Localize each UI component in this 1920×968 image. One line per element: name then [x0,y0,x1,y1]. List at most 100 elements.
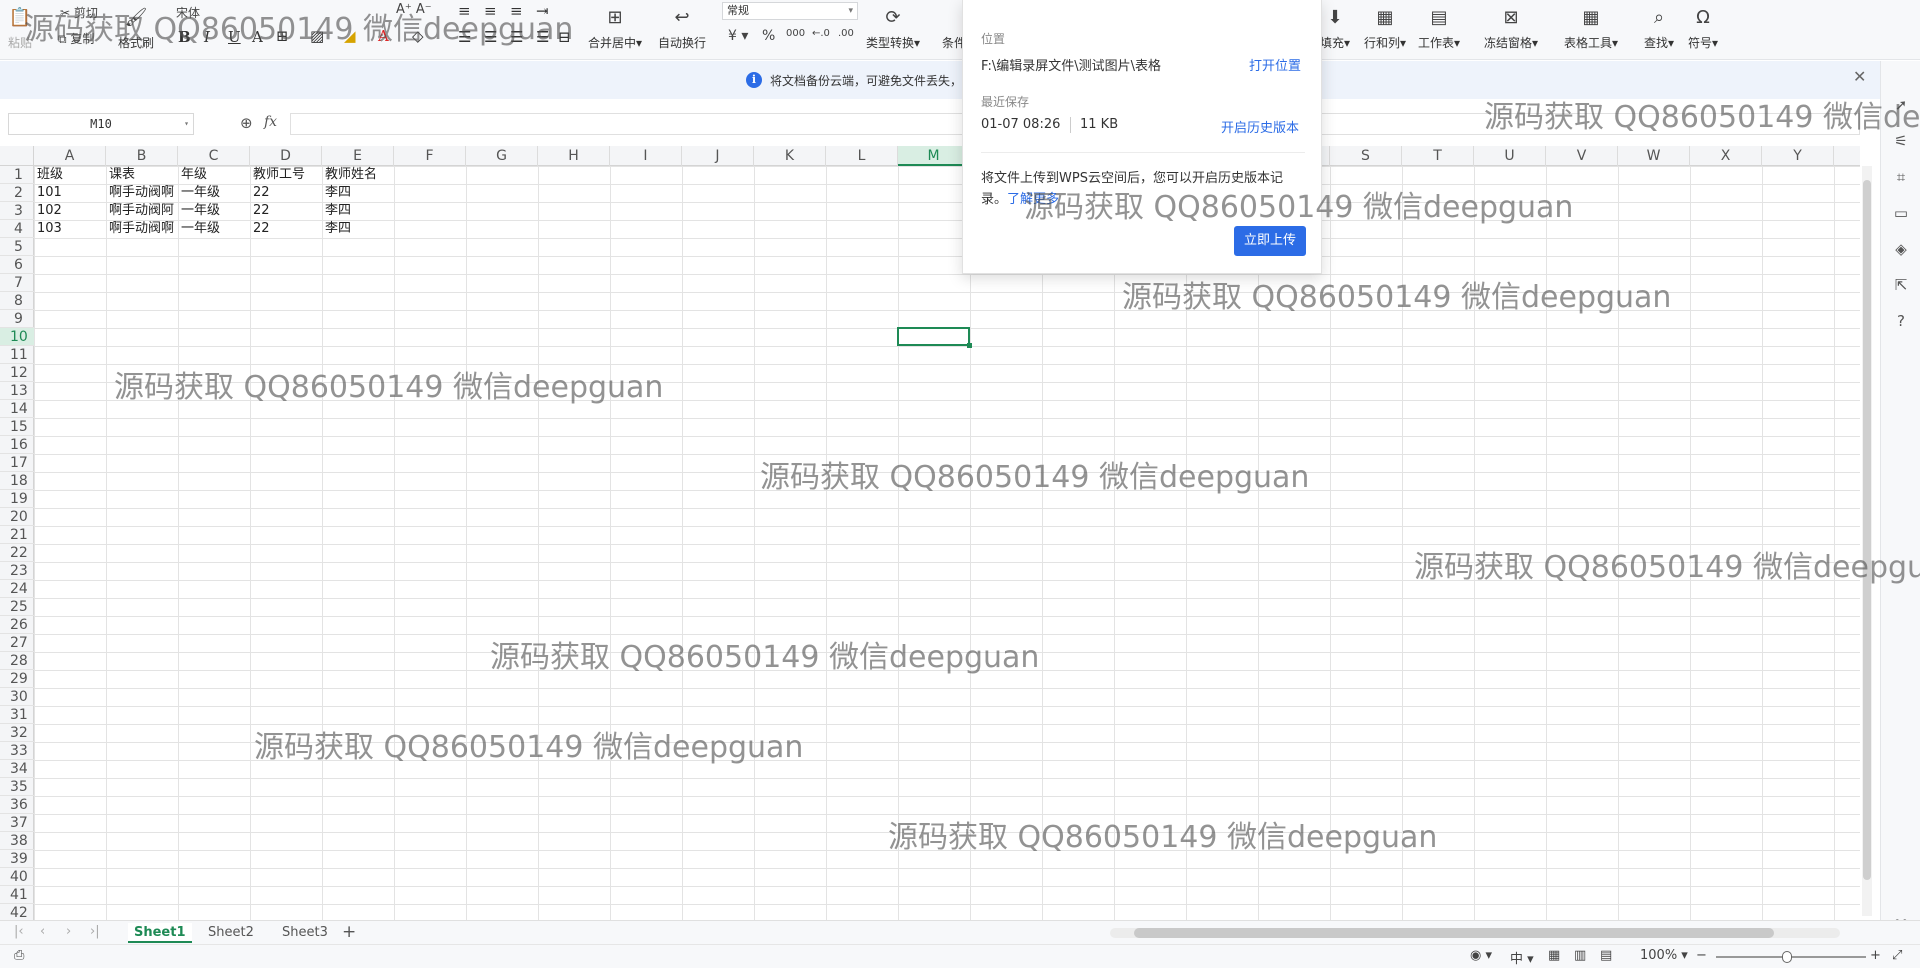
backup-icon[interactable]: ◈ [1891,239,1911,259]
row-header[interactable]: 26 [0,616,34,634]
table-cell[interactable]: 李四 [322,184,394,202]
font-color-icon[interactable]: A [378,27,389,45]
row-header[interactable]: 23 [0,562,34,580]
table-cell[interactable]: 班级 [34,166,106,184]
macro-icon[interactable]: ⎙ [14,948,24,963]
row-header[interactable]: 2 [0,184,34,202]
page-layout-icon[interactable]: ▥ [1574,948,1586,963]
row-header[interactable]: 24 [0,580,34,598]
column-header[interactable]: E [322,146,394,166]
row-header[interactable]: 4 [0,220,34,238]
align-middle-icon[interactable]: ≡ [484,2,497,20]
shapes-icon[interactable]: ⌗ [1891,167,1911,187]
table-cell[interactable]: 101 [34,184,106,202]
sheet-tab-1[interactable]: Sheet1 [128,923,192,943]
first-sheet-icon[interactable]: |‹ [14,924,24,939]
row-header[interactable]: 21 [0,526,34,544]
row-header[interactable]: 33 [0,742,34,760]
border-icon[interactable]: ⊞ [276,27,289,45]
wrap-text-button[interactable]: ↩ 自动换行 [658,2,706,51]
close-icon[interactable]: ✕ [1853,67,1866,86]
share-icon[interactable]: ⇱ [1891,275,1911,295]
upload-now-button[interactable]: 立即上传 [1234,226,1306,256]
freeze-panes-button[interactable]: ⊠ 冻结窗格▾ [1484,2,1538,51]
row-header[interactable]: 40 [0,868,34,886]
zoom-slider-knob[interactable] [1782,951,1792,963]
rows-cols-button[interactable]: ▦ 行和列▾ [1364,2,1406,51]
font-name-select[interactable]: 宋体 [176,4,200,21]
open-location-link[interactable]: 打开位置 [1249,55,1301,74]
page-break-icon[interactable]: ▤ [1600,948,1612,963]
column-header[interactable]: C [178,146,250,166]
horizontal-scrollbar[interactable] [1110,928,1840,938]
paste-button[interactable]: 📋 粘贴 [8,2,32,51]
number-format-select[interactable]: 常规 ▾ [722,2,858,20]
zoom-level[interactable]: 100% ▾ [1640,948,1688,963]
table-cell[interactable]: 年级 [178,166,250,184]
row-header[interactable]: 30 [0,688,34,706]
add-sheet-icon[interactable]: + [342,922,356,942]
eye-protect-icon[interactable]: ◉ ▾ [1470,948,1492,963]
row-header[interactable]: 11 [0,346,34,364]
row-header[interactable]: 41 [0,886,34,904]
table-cell[interactable]: 22 [250,202,322,220]
symbol-button[interactable]: Ω 符号▾ [1688,2,1718,51]
sheet-tab-2[interactable]: Sheet2 [202,923,260,943]
column-header[interactable]: D [250,146,322,166]
row-header[interactable]: 6 [0,256,34,274]
row-header[interactable]: 37 [0,814,34,832]
vertical-scrollbar[interactable] [1862,166,1872,916]
row-header[interactable]: 32 [0,724,34,742]
type-convert-button[interactable]: ⟳ 类型转换▾ [866,2,920,51]
sliders-icon[interactable]: ⚟ [1891,131,1911,151]
column-header[interactable]: L [826,146,898,166]
scrollbar-thumb[interactable] [1863,180,1871,880]
row-header[interactable]: 18 [0,472,34,490]
distribute-icon[interactable]: ⊟ [558,28,571,46]
row-header[interactable]: 25 [0,598,34,616]
prev-sheet-icon[interactable]: ‹ [40,924,45,939]
table-cell[interactable]: 一年级 [178,184,250,202]
column-header[interactable]: B [106,146,178,166]
row-header[interactable]: 5 [0,238,34,256]
table-cell[interactable]: 103 [34,220,106,238]
column-header[interactable]: U [1474,146,1546,166]
table-cell[interactable]: 课表 [106,166,178,184]
row-header[interactable]: 3 [0,202,34,220]
table-cell[interactable]: 102 [34,202,106,220]
row-header[interactable]: 7 [0,274,34,292]
copy-button[interactable]: ⧉ 复制 [58,30,94,47]
table-cell[interactable]: 李四 [322,220,394,238]
row-header[interactable]: 38 [0,832,34,850]
zoom-icon[interactable]: ⊕ [240,114,253,132]
row-header[interactable]: 39 [0,850,34,868]
format-painter-button[interactable]: 🖌 格式刷 [118,2,154,51]
column-header[interactable]: V [1546,146,1618,166]
row-header[interactable]: 1 [0,166,34,184]
align-top-icon[interactable]: ≡ [458,2,471,20]
column-header[interactable]: T [1402,146,1474,166]
column-header[interactable]: M [898,146,970,166]
align-center-icon[interactable]: ☰ [484,28,497,46]
zoom-out-icon[interactable]: − [1696,948,1707,963]
zoom-slider[interactable] [1716,951,1866,963]
row-header[interactable]: 31 [0,706,34,724]
row-header[interactable]: 12 [0,364,34,382]
table-cell[interactable]: 啊手动阀啊 [106,220,178,238]
row-header[interactable]: 34 [0,760,34,778]
increase-decimal-button[interactable]: ←.0 [812,28,830,39]
cursor-icon[interactable]: ➚ [1891,95,1911,115]
row-header[interactable]: 9 [0,310,34,328]
fill-color-icon[interactable]: ◢ [344,27,356,45]
name-box[interactable]: M10 ▾ [8,113,194,135]
column-header[interactable]: W [1618,146,1690,166]
fx-icon[interactable]: fx [264,114,277,130]
column-header[interactable]: X [1690,146,1762,166]
table-cell[interactable]: 一年级 [178,220,250,238]
italic-button[interactable]: I [204,28,210,46]
table-cell[interactable]: 22 [250,220,322,238]
row-header[interactable]: 8 [0,292,34,310]
history-version-link[interactable]: 开启历史版本 [1221,117,1299,136]
fill-button[interactable]: ⬇ 填充▾ [1320,2,1350,51]
row-header[interactable]: 16 [0,436,34,454]
